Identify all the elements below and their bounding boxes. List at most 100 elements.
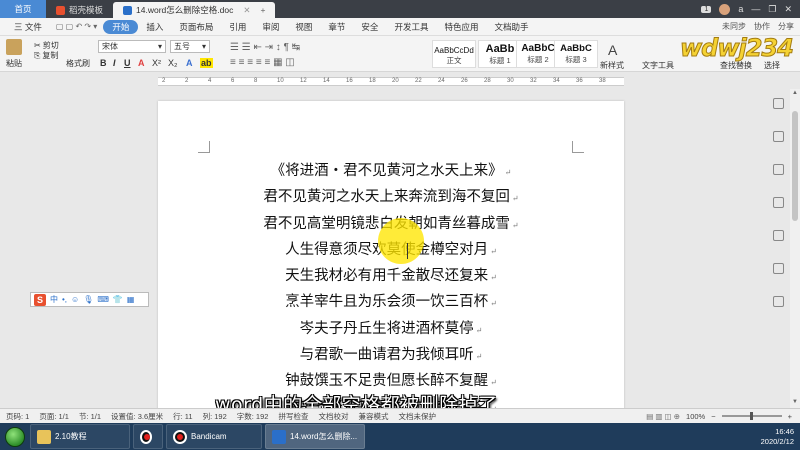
menu-start[interactable]: 开始 [103, 19, 139, 34]
proofread-button[interactable]: 文档校对 [318, 411, 348, 422]
menu-view[interactable]: 视图 [287, 21, 320, 33]
start-button[interactable] [0, 423, 30, 450]
menu-review[interactable]: 审阅 [254, 21, 287, 33]
menu-chapter[interactable]: 章节 [320, 21, 353, 33]
zoom-level[interactable]: 100% [686, 412, 705, 421]
status-pages[interactable]: 页面: 1/1 [39, 411, 69, 422]
list-buttons-row1[interactable]: ☰ ☰ ⇤ ⇥ ↕ ¶ ↹ [230, 42, 300, 53]
clock-time[interactable]: 16:46 [761, 427, 794, 437]
maximize-icon[interactable]: ❐ [768, 4, 776, 15]
emoji-icon[interactable]: ☺ [71, 295, 79, 304]
protect-status[interactable]: 文档未保护 [398, 411, 436, 422]
menu-page-layout[interactable]: 页面布局 [171, 21, 221, 33]
bold-button[interactable]: B [100, 58, 107, 68]
zoom-in-icon[interactable]: + [788, 412, 792, 421]
scroll-up-icon[interactable]: ▲ [791, 90, 799, 98]
status-page[interactable]: 页码: 1 [6, 411, 29, 422]
sidebar-tool-icon[interactable] [772, 230, 784, 241]
minimize-icon[interactable]: — [751, 4, 760, 14]
share-button[interactable]: 分享 [778, 21, 794, 32]
sidebar-tool-icon[interactable] [772, 197, 784, 208]
tab-template[interactable]: 稻壳模板 [46, 2, 113, 18]
quick-access-icons[interactable]: ▢ ▢ ↶ ↷ ▾ [50, 22, 103, 31]
superscript-button[interactable]: X² [152, 58, 161, 68]
system-tray[interactable]: 16:46 2020/2/12 [761, 427, 800, 447]
font-name-select[interactable]: 宋体 ▾ [98, 40, 166, 53]
menu-doc-assistant[interactable]: 文档助手 [486, 21, 536, 33]
status-word-count[interactable]: 字数: 192 [237, 411, 269, 422]
new-tab-icon[interactable]: + [260, 5, 265, 15]
zoom-out-icon[interactable]: − [711, 412, 715, 421]
toolbox-icon[interactable]: ▦ [127, 295, 135, 304]
notification-badge[interactable]: 1 [701, 5, 712, 13]
poem-line[interactable]: 《将进酒・君不见黄河之水天上来》 ↵ [158, 159, 624, 185]
username[interactable]: a [738, 4, 743, 14]
align-buttons-row2[interactable]: ≡ ≡ ≡ ≡ ≡ ▦ ◫ [230, 57, 295, 68]
poem-line[interactable]: 天生我材必有用千金散尽还复来 ↵ [158, 264, 624, 290]
paste-icon[interactable] [6, 39, 22, 55]
sidebar-tool-icon[interactable] [772, 263, 784, 274]
close-window-icon[interactable]: ✕ [784, 4, 792, 15]
poem-line[interactable]: 烹羊宰牛且为乐会须一饮三百杯 ↵ [158, 290, 624, 316]
status-position[interactable]: 设置值: 3.6厘米 [111, 411, 163, 422]
ime-toolbar[interactable]: S 中 •, ☺ 🎙 ⌨ 👕 ▦ [30, 292, 149, 307]
menu-features[interactable]: 特色应用 [436, 21, 486, 33]
poem-text[interactable]: 《将进酒・君不见黄河之水天上来》↵君不见黄河之水天上来奔流到海不复回↵君不见高堂… [158, 159, 624, 408]
status-col[interactable]: 列: 192 [203, 411, 227, 422]
taskbar-item-bandicam[interactable]: Bandicam [166, 424, 262, 449]
ruler-bar[interactable]: 2 2 4 6 8 10 12 14 16 18 20 22 24 26 28 30 32 34 36 38 [158, 77, 624, 86]
keyboard-icon[interactable]: ⌨ [97, 295, 109, 304]
clock-date[interactable]: 2020/2/12 [761, 437, 794, 447]
spell-check-button[interactable]: 拼写检查 [278, 411, 308, 422]
highlight-button[interactable]: ab [200, 58, 213, 68]
taskbar-item-recorder[interactable] [133, 424, 163, 449]
new-style-icon[interactable]: A [608, 42, 617, 58]
subscript-button[interactable]: X₂ [168, 58, 178, 68]
format-painter-button[interactable]: 格式刷 [66, 58, 90, 69]
sync-status[interactable]: 未同步 [722, 21, 746, 32]
font-size-select[interactable]: 五号 ▾ [170, 40, 210, 53]
menu-references[interactable]: 引用 [221, 21, 254, 33]
scroll-down-icon[interactable]: ▼ [791, 399, 799, 407]
sidebar-tool-icon[interactable] [772, 164, 784, 175]
sogou-logo-icon[interactable]: S [34, 293, 46, 306]
tab-home[interactable]: 首页 [0, 0, 46, 18]
status-section[interactable]: 节: 1/1 [79, 411, 101, 422]
poem-line[interactable]: 岑夫子丹丘生将进酒杯莫停 ↵ [158, 317, 624, 343]
style-heading3[interactable]: AaBbC 标题 3 [554, 40, 598, 68]
punctuation-icon[interactable]: •, [62, 295, 67, 304]
taskbar-item-folder[interactable]: 2.10教程 [30, 424, 130, 449]
paste-button[interactable]: 粘贴 [6, 58, 22, 69]
sidebar-tool-icon[interactable] [772, 98, 784, 109]
copy-button[interactable]: ⎘ 复制 [34, 50, 58, 61]
font-color-button[interactable]: A [138, 58, 145, 68]
taskbar-item-wps[interactable]: 14.word怎么删除... [265, 424, 365, 449]
poem-line[interactable]: 与君歌一曲请君为我倾耳听 ↵ [158, 343, 624, 369]
zoom-slider-knob[interactable] [749, 412, 753, 420]
menu-file[interactable]: 三 文件 [6, 21, 50, 33]
underline-button[interactable]: U [124, 58, 131, 68]
sidebar-tool-icon[interactable] [772, 131, 784, 142]
scrollbar-thumb[interactable] [792, 111, 798, 221]
menu-insert[interactable]: 插入 [138, 21, 171, 33]
new-style-button[interactable]: 新样式 [600, 60, 624, 71]
close-tab-icon[interactable]: ✕ [243, 5, 250, 16]
menu-security[interactable]: 安全 [353, 21, 386, 33]
view-mode-icons[interactable]: ▤ ▥ ◫ ⊕ [646, 412, 680, 421]
italic-button[interactable]: I [113, 58, 116, 68]
tab-document[interactable]: 14.word怎么删除空格.doc ✕ + [113, 2, 276, 18]
text-tools-button[interactable]: 文字工具 [642, 60, 674, 71]
status-row[interactable]: 行: 11 [173, 411, 192, 422]
text-effects-button[interactable]: A [186, 58, 193, 68]
horizontal-ruler[interactable]: 2 2 4 6 8 10 12 14 16 18 20 22 24 26 28 30 32 34 36 38 [0, 73, 800, 89]
zoom-slider[interactable] [721, 412, 782, 420]
poem-line[interactable]: 君不见黄河之水天上来奔流到海不复回 ↵ [158, 185, 624, 211]
skin-icon[interactable]: 👕 [113, 295, 123, 304]
collaborate-button[interactable]: 协作 [754, 21, 770, 32]
sidebar-tool-icon[interactable] [772, 296, 784, 307]
vertical-scrollbar[interactable]: ▲ ▼ [790, 89, 800, 408]
style-normal[interactable]: AaBbCcDd 正文 [432, 40, 476, 68]
menu-developer[interactable]: 开发工具 [386, 21, 436, 33]
microphone-icon[interactable]: 🎙 [83, 295, 93, 304]
avatar[interactable] [719, 3, 731, 15]
